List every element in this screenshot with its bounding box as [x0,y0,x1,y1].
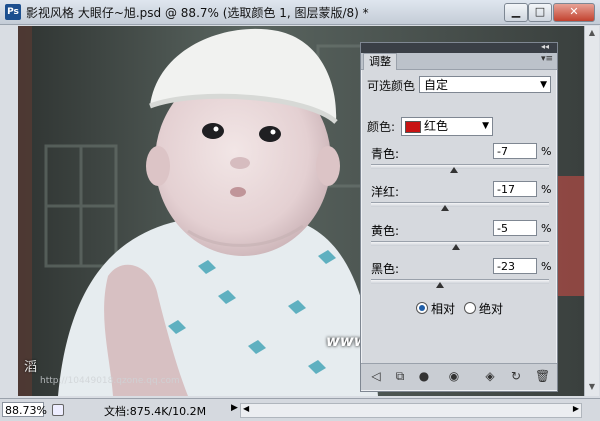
logo-mark: 滔 [24,360,38,375]
cyan-slider-track[interactable] [371,164,549,173]
panel-tab-bar: 调整 ▾≡ [361,53,557,70]
black-value-field[interactable]: -23 [493,258,537,274]
credit-url: http://10449018.qzone.qq.com [40,376,180,386]
red-swatch [405,121,421,133]
view-previous-icon[interactable]: ◈ [483,369,497,383]
slider-label-black: 黑色: [371,262,400,276]
eye-visibility-icon[interactable]: ◉ [447,369,461,383]
status-bar: 88.73% 文档:875.4K/10.2M ▶ ◀ ▶ [0,398,600,421]
section-title: 可选颜色 [367,79,416,93]
status-menu-arrow-icon[interactable]: ▶ [231,403,238,413]
horizontal-scrollbar[interactable]: ◀ ▶ [240,403,582,418]
slider-label-yellow: 黄色: [371,224,400,238]
cyan-slider-thumb[interactable] [449,167,458,173]
clip-layer-icon[interactable]: ⧉ [393,369,407,383]
method-relative-label: 相对 [431,302,456,316]
magenta-slider-thumb[interactable] [440,205,449,211]
mask-icon[interactable]: ● [417,369,431,383]
photoshop-document-window: Ps 影视风格 大眼仔~旭.psd @ 88.7% (选取颜色 1, 图层蒙版/… [0,0,600,421]
reset-icon[interactable]: ↻ [509,369,523,383]
colors-label: 颜色: [367,120,396,134]
panel-toolbar: ◁ ⧉ ● ◉ ◈ ↻ 🗑 [361,363,557,390]
yellow-unit: % [541,222,552,235]
back-arrow-icon[interactable]: ◁ [369,369,383,383]
scroll-right-arrow-icon[interactable]: ▶ [573,404,579,413]
title-bar: Ps 影视风格 大眼仔~旭.psd @ 88.7% (选取颜色 1, 图层蒙版/… [0,0,600,25]
scroll-down-arrow-icon[interactable]: ▼ [587,382,597,392]
panel-menu-icon[interactable]: ▾≡ [541,54,553,64]
magenta-value-field[interactable]: -17 [493,181,537,197]
yellow-slider-track[interactable] [371,241,549,250]
adjustments-panel: ◂◂ ✕ 调整 ▾≡ 可选颜色 自定 ▼ 颜色: 红色 ▼ 青色: -7 % 洋… [360,42,558,392]
status-info-icon[interactable] [52,404,64,416]
zoom-field[interactable]: 88.73% [2,402,47,417]
minimize-button[interactable]: ▁ [504,3,528,22]
yellow-value-field[interactable]: -5 [493,220,537,236]
colors-dropdown[interactable]: 红色 ▼ [401,117,493,136]
document-size-info: 文档:875.4K/10.2M [104,405,207,418]
slider-label-cyan: 青色: [371,147,400,161]
yellow-slider-thumb[interactable] [451,244,460,250]
chevron-down-icon: ▼ [540,80,547,90]
photoshop-app-icon: Ps [5,4,21,20]
scroll-left-arrow-icon[interactable]: ◀ [243,404,249,413]
slider-label-magenta: 洋红: [371,185,400,199]
tab-adjustments[interactable]: 调整 [363,53,397,70]
cyan-unit: % [541,145,552,158]
preset-dropdown[interactable]: 自定 ▼ [419,76,551,93]
radio-dot-selected-icon [416,302,428,314]
window-title: 影视风格 大眼仔~旭.psd @ 88.7% (选取颜色 1, 图层蒙版/8) … [26,6,369,20]
maximize-button[interactable]: □ [528,3,552,22]
method-absolute-radio[interactable]: 绝对 [464,300,503,317]
preset-value: 自定 [424,78,449,92]
black-slider-track[interactable] [371,279,549,288]
radio-dot-icon [464,302,476,314]
colors-value: 红色 [424,119,449,133]
close-button[interactable]: ✕ [553,3,595,22]
black-slider-thumb[interactable] [435,282,444,288]
magenta-slider-track[interactable] [371,202,549,211]
cyan-value-field[interactable]: -7 [493,143,537,159]
scroll-up-arrow-icon[interactable]: ▲ [587,28,597,38]
method-relative-radio[interactable]: 相对 [416,300,455,317]
trash-icon[interactable]: 🗑 [535,369,550,383]
chevron-down-icon: ▼ [482,121,489,131]
panel-header-strip: ◂◂ ✕ [361,42,557,60]
vertical-scrollbar[interactable]: ▲ ▼ [584,26,599,396]
magenta-unit: % [541,183,552,196]
method-absolute-label: 绝对 [479,302,504,316]
black-unit: % [541,260,552,273]
